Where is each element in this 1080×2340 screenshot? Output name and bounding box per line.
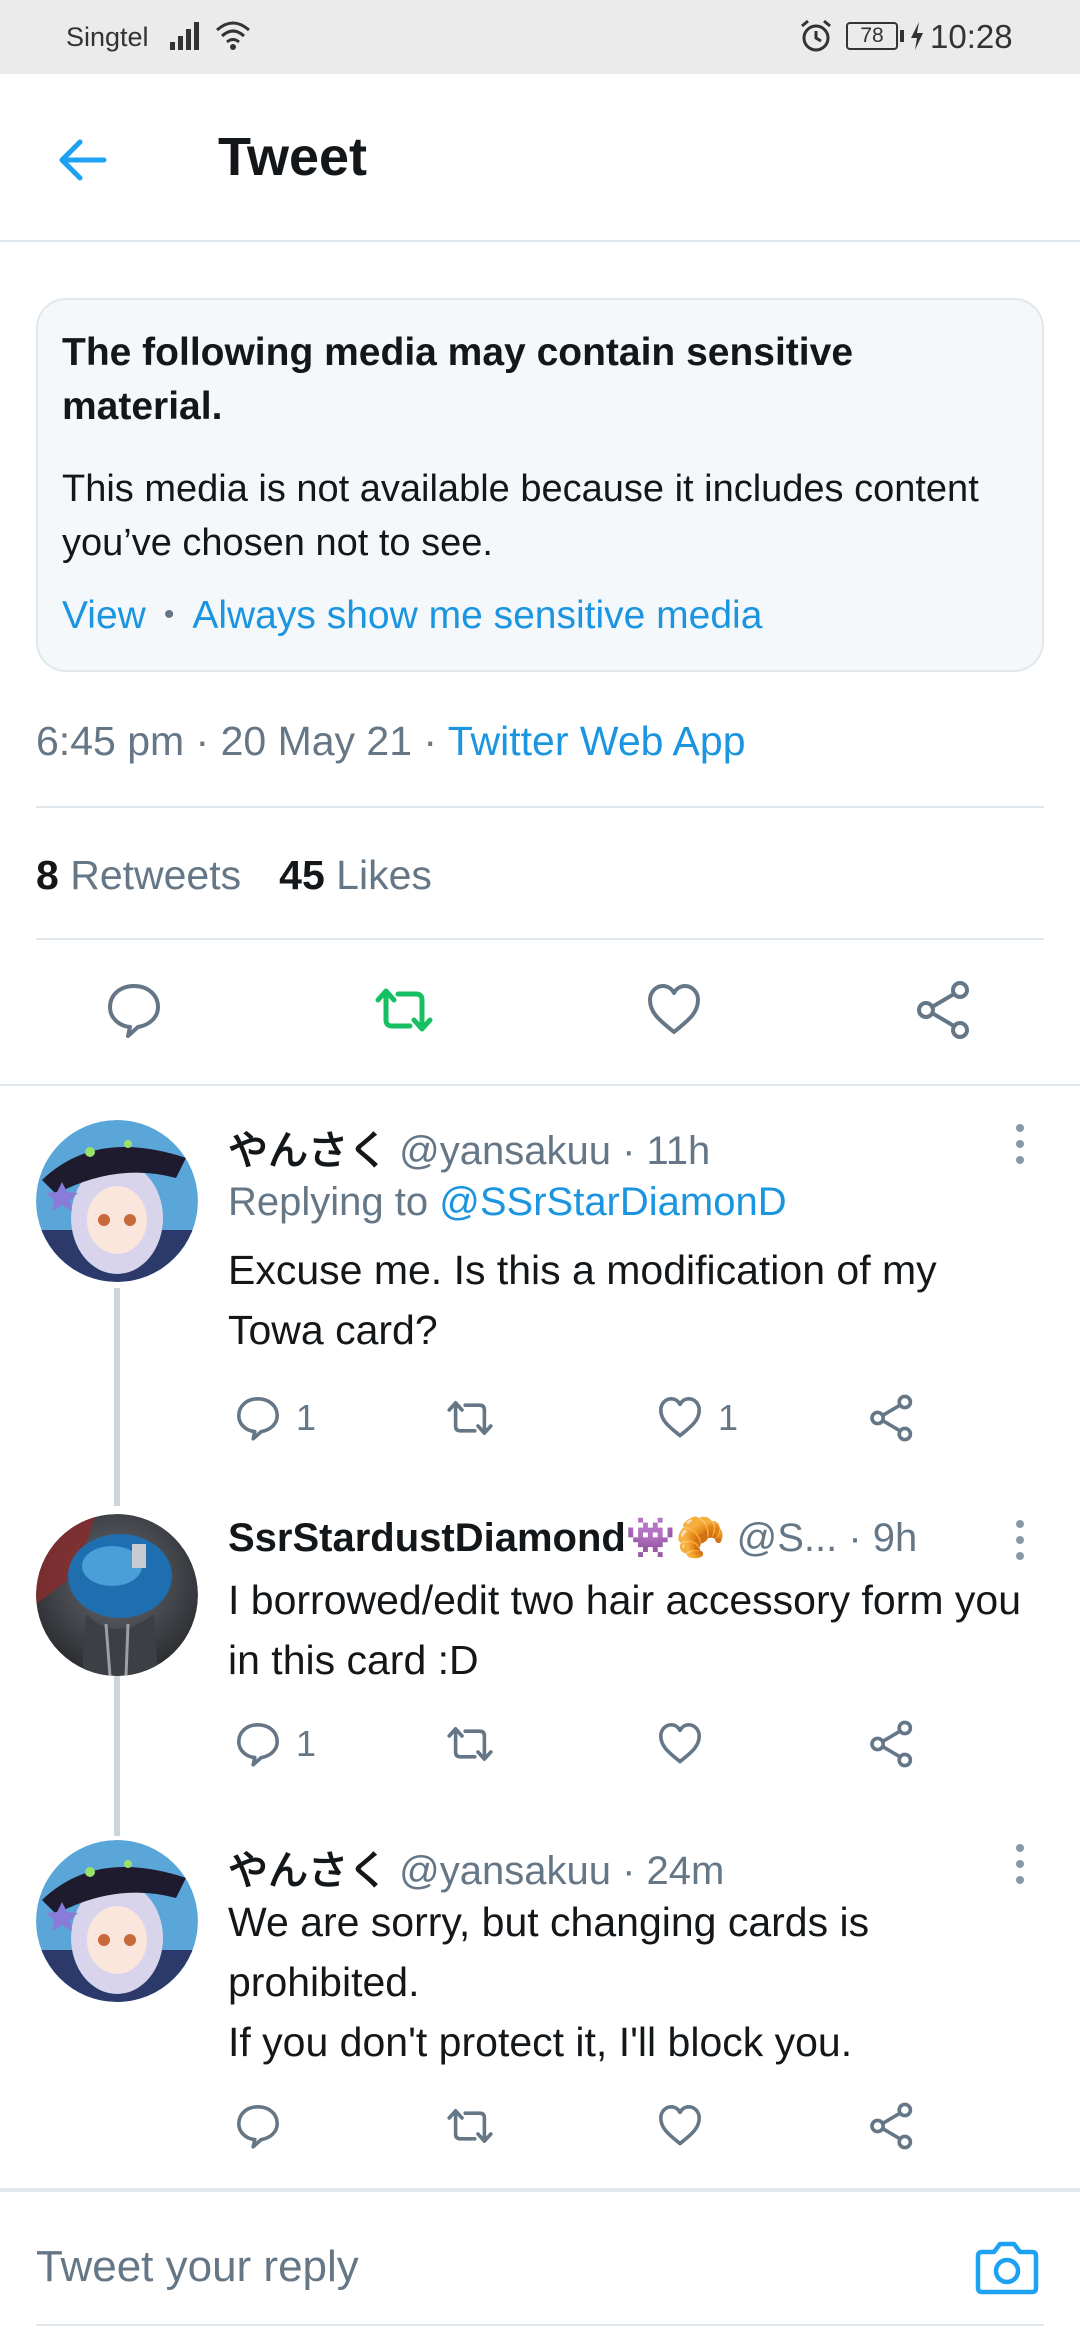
avatar[interactable] — [36, 1514, 198, 1676]
reply-icon — [237, 1397, 279, 1441]
retweet-icon — [447, 1727, 493, 1761]
tweet-text: We are sorry, but changing cards is proh… — [228, 1899, 870, 2065]
sensitive-links: View • Always show me sensitive media — [62, 594, 762, 638]
link-separator: • — [163, 598, 175, 631]
carrier-label: Singtel — [66, 22, 149, 52]
likes-count: 45 — [279, 852, 325, 898]
display-name[interactable]: やんさく — [228, 1129, 388, 1173]
reply-header: やんさく @yansakuu · 11h — [228, 1118, 710, 1176]
retweet-icon — [447, 2109, 493, 2143]
composer-underline — [36, 2324, 1044, 2326]
like-action[interactable] — [656, 2096, 718, 2156]
retweet-action[interactable] — [444, 1714, 510, 1774]
clock: 10:28 — [930, 18, 1013, 55]
replying-prefix: Replying to — [228, 1180, 440, 1224]
retweets-label: Retweets — [70, 852, 242, 898]
more-options-icon[interactable] — [1012, 1844, 1028, 1892]
page-title: Tweet — [218, 127, 368, 187]
reply-input[interactable]: Tweet your reply — [36, 2242, 359, 2292]
like-count: 1 — [718, 1397, 739, 1438]
handle-time: @S... · 9h — [736, 1516, 918, 1560]
alarm-icon — [801, 19, 831, 52]
replying-to-link[interactable]: @SSrStarDiamonD — [439, 1180, 786, 1224]
divider — [36, 806, 1044, 808]
avatar[interactable] — [36, 1120, 198, 1282]
retweet-icon[interactable] — [374, 980, 434, 1040]
like-icon[interactable] — [644, 980, 704, 1040]
display-name[interactable]: やんさく — [228, 1849, 388, 1893]
source-app-link[interactable]: Twitter Web App — [448, 718, 746, 764]
always-show-sensitive-link[interactable]: Always show me sensitive media — [192, 594, 762, 637]
share-icon — [870, 2102, 913, 2150]
display-name[interactable]: SsrStardustDiamond — [228, 1516, 626, 1560]
reply-icon[interactable] — [104, 980, 164, 1040]
reply-action-bar: 1 1 — [228, 1388, 1048, 1448]
more-options-icon[interactable] — [1012, 1520, 1028, 1568]
battery-indicator: 78 — [846, 22, 898, 50]
status-bar: Singtel 78 10:28 — [0, 0, 1080, 74]
avatar[interactable] — [36, 1840, 198, 2002]
likes-label: Likes — [336, 852, 432, 898]
back-arrow-icon[interactable] — [52, 130, 112, 190]
thread-line — [114, 1676, 120, 1836]
share-action[interactable] — [868, 1388, 916, 1448]
reply-icon — [237, 1723, 279, 1767]
signal-icon — [170, 22, 199, 50]
reply-action[interactable] — [234, 2096, 296, 2156]
reply-action[interactable]: 1 — [234, 1714, 316, 1774]
tweet-text: Excuse me. Is this a modification of my … — [228, 1247, 937, 1353]
share-action[interactable] — [868, 2096, 916, 2156]
reply-header: SsrStardustDiamond👾🥐 @S... · 9h — [228, 1514, 917, 1561]
sensitive-title: The following media may contain sensitiv… — [62, 331, 854, 428]
share-icon — [870, 1394, 913, 1442]
tweet-action-bar — [0, 980, 1080, 1086]
share-icon[interactable] — [914, 980, 974, 1040]
handle-time: @yansakuu · 24m — [399, 1849, 725, 1893]
reply-count: 1 — [296, 1397, 317, 1438]
reply-action-bar — [228, 2096, 1048, 2156]
reply-action-bar: 1 — [228, 1714, 1048, 1774]
reply-header: やんさく @yansakuu · 24m — [228, 1838, 724, 1896]
retweet-action[interactable] — [444, 1388, 510, 1448]
sensitive-body: This media is not available because it i… — [62, 468, 979, 564]
retweets-stat[interactable]: 8 Retweets — [36, 852, 241, 898]
like-icon — [659, 1723, 701, 1764]
retweet-action[interactable] — [444, 2096, 510, 2156]
like-action[interactable]: 1 — [656, 1388, 738, 1448]
sensitive-media-notice: The following media may contain sensitiv… — [36, 298, 1044, 672]
more-options-icon[interactable] — [1012, 1124, 1028, 1172]
top-app-bar: Tweet — [0, 74, 1080, 242]
tweet-stats: 8 Retweets 45 Likes — [36, 852, 432, 899]
like-icon — [659, 2105, 701, 2146]
like-icon — [659, 1397, 701, 1438]
name-emoji: 👾🥐 — [625, 1516, 726, 1560]
handle-time: @yansakuu · 11h — [399, 1129, 711, 1173]
reply-action[interactable]: 1 — [234, 1388, 316, 1448]
share-icon — [870, 1720, 913, 1768]
reply-composer: Tweet your reply — [0, 2188, 1080, 2338]
camera-icon[interactable] — [974, 2234, 1040, 2300]
tweet-timestamp: 6:45 pm · 20 May 21 · Twitter Web App — [36, 718, 746, 765]
retweets-count: 8 — [36, 852, 59, 898]
time-date: 6:45 pm · 20 May 21 · — [36, 718, 448, 764]
share-action[interactable] — [868, 1714, 916, 1774]
tweet-text: I borrowed/edit two hair accessory form … — [228, 1577, 1021, 1683]
divider — [36, 938, 1044, 940]
view-media-link[interactable]: View — [62, 594, 146, 637]
wifi-icon — [216, 21, 250, 50]
likes-stat[interactable]: 45 Likes — [279, 852, 432, 898]
reply-count: 1 — [296, 1723, 317, 1764]
reply-icon — [237, 2105, 279, 2149]
battery-tip — [900, 30, 904, 42]
like-action[interactable] — [656, 1714, 718, 1774]
charging-icon — [911, 22, 923, 50]
replying-to: Replying to @SSrStarDiamonD — [228, 1180, 787, 1225]
thread-line — [114, 1288, 120, 1506]
retweet-icon — [447, 1401, 493, 1435]
